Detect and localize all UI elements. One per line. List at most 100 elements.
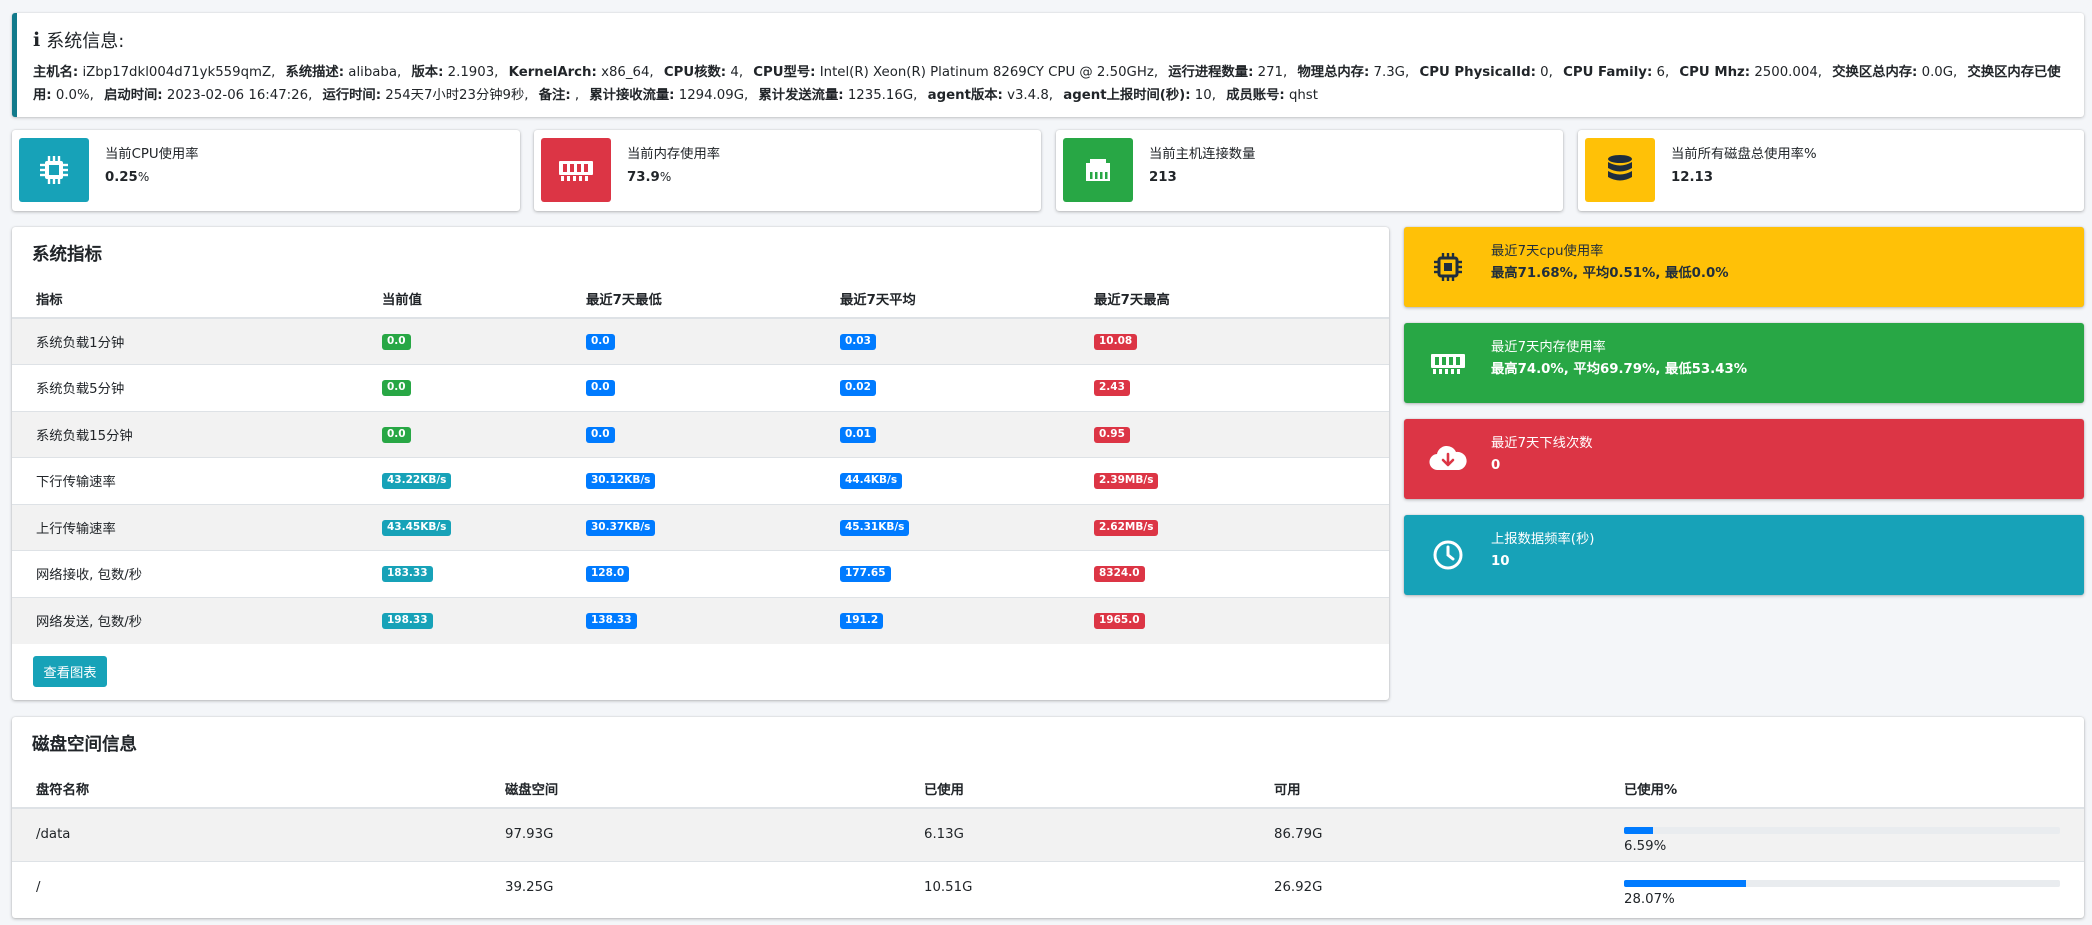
sysinfo-value: , [574,88,580,103]
value-badge: 0.0 [586,380,615,397]
table-cell: 0.0 [586,365,840,412]
metric-name: 系统负载5分钟 [36,382,125,398]
table-cell: 6.13G [924,827,964,843]
table-cell: 0.0 [382,365,586,412]
sysinfo-value: 2500.004, [1754,65,1823,80]
table-cell: 26.92G [1274,880,1323,896]
sysinfo-value: 1294.09G, [678,88,749,103]
sysinfo-value: Intel(R) Xeon(R) Platinum 8269CY CPU @ 2… [819,65,1159,80]
value-badge: 2.62MB/s [1094,519,1159,536]
sysinfo-key: CPU型号: [753,65,816,80]
sysinfo-value: v3.4.8, [1007,88,1054,103]
table-row: 网络接收, 包数/秒 183.33 128.0 177.65 8324.0 [12,550,1389,598]
clock-icon [1426,530,1470,580]
system-info-details: 主机名: iZbp17dkl004d71yk559qmZ, 系统描述: alib… [33,61,2066,107]
table-cell: 86.79G [1274,827,1323,843]
info-box-label: 当前CPU使用率 [105,147,199,162]
column-header: 最近7天最高 [1094,293,1170,308]
value-badge: 191.2 [840,613,884,629]
table-cell: /data [36,827,71,843]
table-cell: 2.39MB/s [1094,458,1389,505]
info-box-label: 当前所有磁盘总使用率% [1671,147,1817,162]
system-info-callout: i 系统信息: 主机名: iZbp17dkl004d71yk559qmZ, 系统… [12,13,2084,117]
database-icon [1585,138,1655,202]
sysinfo-key: KernelArch: [508,65,597,80]
column-header: 盘符名称 [36,783,90,798]
value-badge: 2.43 [1094,380,1130,397]
column-header: 可用 [1274,783,1301,798]
info-box-label: 当前主机连接数量 [1149,147,1256,162]
table-cell: 系统负载5分钟 [12,365,382,412]
value-badge: 138.33 [586,613,637,629]
stat-box-value: 10 [1491,554,1510,569]
table-row: 网络发送, 包数/秒 198.33 138.33 191.2 1965.0 [12,597,1389,644]
value-badge: 30.37KB/s [586,519,656,536]
table-cell: 191.2 [840,597,1094,644]
value-badge: 2.39MB/s [1094,473,1159,490]
sysinfo-value: 0, [1540,65,1553,80]
metric-name: 系统负载1分钟 [36,336,125,351]
column-header: 最近7天平均 [840,293,916,308]
table-cell: 下行传输速率 [12,458,382,505]
table-cell: 0.0 [586,318,840,365]
memory-icon [541,138,611,202]
column-header: 已使用% [1624,783,1678,798]
usage-progress-bar [1624,880,2060,888]
sysinfo-value: 0.0%, [55,88,94,103]
sysinfo-value: 254天7小时23分钟9秒, [385,88,529,103]
table-cell: 8324.0 [1094,551,1389,598]
disk-header-row: 盘符名称 磁盘空间 已使用 可用 已使用% [12,770,2084,808]
sysinfo-value: 1235.16G, [847,88,918,103]
table-row: /data 97.93G 6.13G 86.79G 6.59% [12,808,2084,861]
value-badge: 0.0 [382,426,411,443]
table-cell: 183.33 [382,551,586,598]
table-cell: 198.33 [382,597,586,644]
table-cell: 97.93G [505,827,554,843]
table-cell: 43.22KB/s [382,458,586,505]
table-cell: 39.25G [505,880,554,896]
metric-name: 网络接收, 包数/秒 [36,568,143,584]
value-badge: 10.08 [1094,334,1138,350]
table-cell: 2.43 [1094,365,1389,412]
metric-name: 下行传输速率 [36,475,116,491]
info-box-disk: 当前所有磁盘总使用率% 12.13 [1578,130,2084,211]
table-cell: 30.12KB/s [586,458,840,505]
sysinfo-key: 累计发送流量: [758,88,844,103]
info-box-label: 当前内存使用率 [627,147,721,162]
table-cell: 上行传输速率 [12,504,382,551]
metric-name: 网络发送, 包数/秒 [36,615,143,630]
stat-box-report-frequency: 上报数据频率(秒) 10 [1404,515,2084,595]
table-cell: 0.0 [382,318,586,365]
metrics-card: 系统指标 指标 当前值 最近7天最低 最近7天平均 最近7天最高 系统负载1分钟… [12,227,1389,700]
metrics-table: 指标 当前值 最近7天最低 最近7天平均 最近7天最高 系统负载1分钟 0.0 0.… [12,280,1389,644]
sysinfo-value: 2023-02-06 16:47:26, [166,88,313,103]
value-badge: 0.0 [586,426,615,443]
table-cell: 网络发送, 包数/秒 [12,597,382,644]
sysinfo-key: 备注: [538,88,571,103]
sysinfo-value: 271, [1257,65,1288,80]
sysinfo-value: 2.1903, [447,65,499,80]
value-badge: 0.03 [840,334,876,350]
view-chart-button[interactable]: 查看图表 [33,656,107,687]
info-box-value: 213 [1149,170,1177,185]
table-cell: 45.31KB/s [840,504,1094,551]
sysinfo-key: 成员账号: [1226,88,1285,103]
sysinfo-key: 物理总内存: [1297,65,1370,80]
stat-box-label: 最近7天cpu使用率 [1491,244,1604,259]
sysinfo-key: agent版本: [927,88,1003,103]
sysinfo-key: CPU Family: [1563,65,1653,80]
value-badge: 0.01 [840,426,876,443]
sysinfo-key: CPU核数: [663,65,727,80]
table-cell: 10.51G [924,880,973,896]
value-badge: 0.02 [840,380,876,397]
sysinfo-key: 版本: [411,65,444,80]
table-cell: 128.0 [586,551,840,598]
table-cell: 0.03 [840,318,1094,365]
table-cell: 系统负载15分钟 [12,411,382,458]
table-cell: / [36,880,41,896]
info-box-value: 73.9% [627,170,672,185]
table-cell: 30.37KB/s [586,504,840,551]
value-badge: 43.22KB/s [382,473,452,490]
sysinfo-value: x86_64, [601,65,654,80]
table-cell: 0.0 [586,411,840,458]
